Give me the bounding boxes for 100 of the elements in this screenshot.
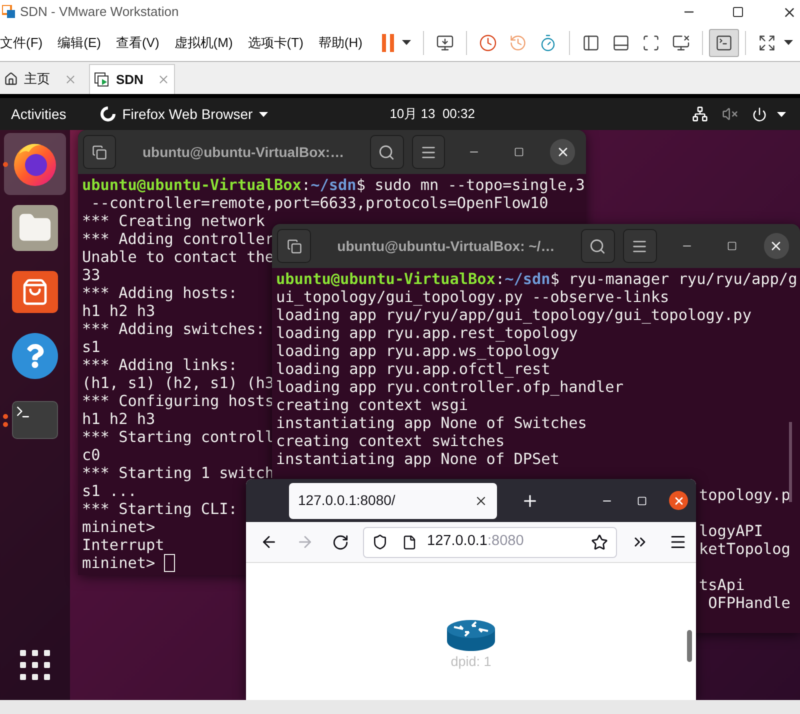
maximize-icon (726, 241, 737, 251)
clock-icon (479, 34, 498, 52)
output-line: loading app ryu.app.ofctl_rest (276, 360, 550, 378)
pause-icon (382, 34, 394, 52)
output-line: *** Adding hosts: (82, 284, 238, 302)
vm-icon (94, 72, 110, 88)
panel-left-icon (582, 34, 600, 52)
output-line: ui_topology/gui_topology.py --observe-links (276, 288, 670, 306)
app-logo-icon (2, 5, 16, 19)
menu-icon (669, 533, 687, 551)
output-line: *** Adding links: (82, 356, 238, 374)
toolbar-button[interactable] (709, 28, 740, 56)
output-line: *** Starting 1 switch (82, 464, 274, 482)
star-icon (591, 534, 608, 550)
output-line: 33 (82, 266, 100, 284)
maximize-icon (732, 6, 744, 18)
prompt-line: ubuntu@ubuntu-VirtualBox:~/sdn$ ryu-manager ryu/ryu/app/g (276, 270, 798, 288)
menu-item[interactable]: 文件(F) (0, 32, 43, 52)
caret-icon[interactable] (777, 112, 786, 116)
close-button[interactable] (669, 491, 688, 510)
output-line: h1 h2 h3 (82, 410, 156, 428)
power-icon (752, 106, 767, 122)
output-line: instantiating app None of DPSet (276, 450, 560, 468)
search-button[interactable] (580, 229, 615, 263)
new-tab-button[interactable] (83, 135, 116, 169)
maximize-icon (514, 147, 524, 157)
output-line: *** Creating network (82, 212, 265, 230)
new-tab-icon (286, 238, 302, 254)
caret-icon[interactable] (258, 112, 268, 116)
output-line: *** Starting CLI: (82, 500, 238, 518)
bag-icon (12, 271, 58, 313)
terminal-icon (715, 34, 734, 52)
close-button[interactable] (550, 139, 575, 165)
output-line: instantiating app None of Switches (276, 414, 587, 432)
output-line: ketTopolog (699, 540, 790, 558)
menu-item[interactable]: 查看(V) (116, 32, 160, 52)
tab[interactable]: 主页 (0, 64, 81, 94)
shield-icon (372, 534, 388, 550)
output-line: mininet> (82, 518, 156, 536)
search-icon (378, 144, 396, 160)
activities-button[interactable]: Activities (11, 104, 66, 124)
address-text: 127.0.0.1:8080 (427, 532, 524, 552)
output-line: c0 (82, 446, 100, 464)
output-line: logyAPI (699, 522, 764, 540)
output-line: creating context wsgi (276, 396, 468, 414)
output-line: *** Starting controll (82, 428, 274, 446)
window-title: SDN - VMware Workstation (20, 3, 179, 22)
menu-item[interactable]: 虚拟机(M) (174, 32, 233, 52)
search-button[interactable] (370, 135, 404, 169)
output-line: Interrupt (82, 536, 164, 554)
clock[interactable]: 10月 13 00:32 (390, 104, 475, 124)
output-line: mininet> (82, 554, 156, 572)
new-tab-button[interactable] (277, 229, 312, 263)
caret-icon[interactable] (402, 40, 412, 45)
menu-button[interactable] (622, 229, 658, 263)
output-line: --controller=remote,port=6633,protocols=OpenFlow10 (90, 194, 548, 212)
output-line: loading app ryu.controller.ofp_handler (276, 378, 624, 396)
browser-tab[interactable]: 127.0.0.1:8080/ (289, 482, 497, 518)
menu-item[interactable]: 编辑(E) (58, 32, 101, 52)
menu-button[interactable] (412, 135, 445, 169)
output-line: (h1, s1) (h2, s1) (h3 (82, 374, 274, 392)
close-icon (672, 494, 684, 506)
address-bar[interactable]: 127.0.0.1:8080 (363, 526, 617, 558)
history-icon (509, 34, 528, 52)
output-line: *** Adding controller (82, 230, 274, 248)
output-line: loading app ryu.app.ws_topology (276, 342, 560, 360)
help-icon (12, 333, 58, 379)
menu-item[interactable]: 帮助(H) (318, 32, 362, 52)
output-line: OFPHandle (707, 594, 790, 612)
search-icon (589, 238, 606, 254)
app-menu[interactable]: Firefox Web Browser (100, 104, 268, 124)
back-icon (260, 533, 278, 551)
full-screen-icon (642, 34, 660, 52)
expand-icon (758, 34, 776, 52)
output-line: s1 (82, 338, 100, 356)
reload-icon (332, 534, 349, 550)
panel-bottom-icon (612, 34, 630, 52)
page-icon (402, 534, 417, 550)
output-line: creating context switches (276, 432, 505, 450)
router-icon[interactable] (446, 618, 496, 652)
prompt-line: ubuntu@ubuntu-VirtualBox:~/sdn$ sudo mn --topo=single,3 (82, 176, 585, 194)
menu-item[interactable]: 选项卡(T) (248, 32, 304, 52)
timer-icon (539, 34, 558, 52)
caret-icon[interactable] (784, 40, 794, 45)
monitor-down-icon (436, 34, 454, 52)
output-line: *** Configuring hosts (82, 392, 274, 410)
output-line: loading app ryu.app.rest_topology (276, 324, 578, 342)
tab[interactable]: SDN (89, 64, 176, 94)
terminal-app-icon (12, 401, 58, 439)
network-icon (692, 106, 708, 122)
window-title: ubuntu@ubuntu-VirtualBox:… (142, 142, 344, 162)
output-line: loading app ryu/ryu/app/gui_topology/gui_topology.py (276, 306, 752, 324)
maximize-icon (637, 496, 647, 506)
folder-icon (12, 205, 58, 251)
output-line: tsApi (699, 576, 745, 594)
output-line: h1 h2 h3 (82, 302, 156, 320)
app-icon (100, 106, 116, 122)
app-grid-icon[interactable] (20, 650, 50, 680)
node-label: dpid: 1 (450, 652, 492, 671)
close-button[interactable] (764, 233, 789, 259)
